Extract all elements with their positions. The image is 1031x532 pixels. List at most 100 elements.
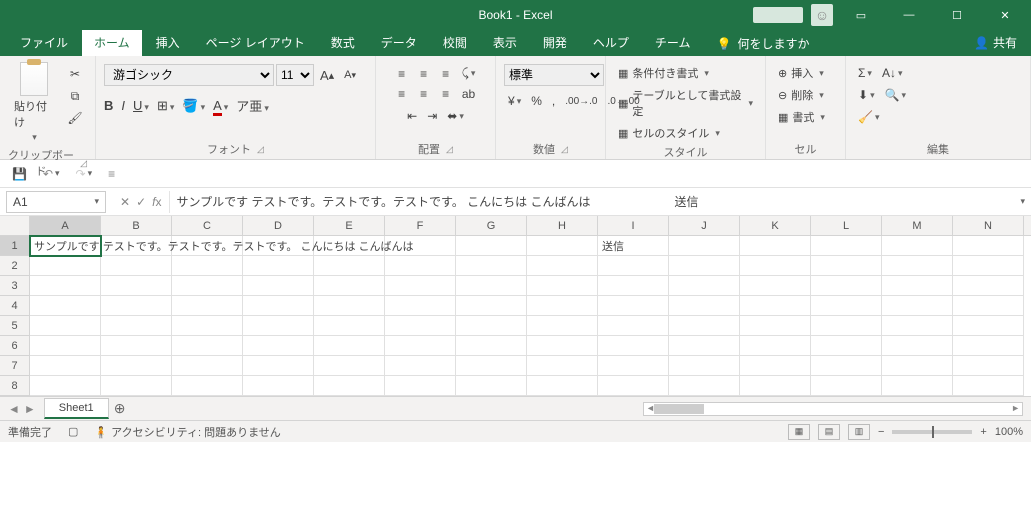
cell[interactable] bbox=[740, 316, 811, 336]
autosum-button[interactable]: Σ▾ bbox=[854, 64, 876, 82]
name-box[interactable]: A1 ▾ bbox=[6, 191, 106, 213]
cells-area[interactable]: サンプルです テストです。テストです。テストです。 こんにちは こんばんは送信 bbox=[30, 236, 1031, 396]
formula-input[interactable]: サンプルです テストです。テストです。テストです。 こんにちは こんばんは 送信… bbox=[169, 191, 1031, 213]
cell[interactable] bbox=[30, 316, 101, 336]
font-size-select[interactable]: 11 bbox=[276, 64, 314, 86]
cell[interactable] bbox=[953, 236, 1024, 256]
cell[interactable] bbox=[527, 296, 598, 316]
align-center-button[interactable]: ≡ bbox=[414, 85, 434, 103]
save-button[interactable]: 💾 bbox=[8, 165, 31, 183]
column-header[interactable]: J bbox=[669, 216, 740, 235]
cell[interactable] bbox=[456, 316, 527, 336]
accessibility-status[interactable]: 🧍 アクセシビリティ: 問題ありません bbox=[94, 424, 280, 440]
cell[interactable] bbox=[953, 316, 1024, 336]
sheet-nav-next-button[interactable]: ► bbox=[24, 402, 36, 416]
cell[interactable] bbox=[811, 236, 882, 256]
cell[interactable] bbox=[740, 336, 811, 356]
cell[interactable] bbox=[101, 336, 172, 356]
cell[interactable] bbox=[882, 356, 953, 376]
orientation-button[interactable]: ⤹▾ bbox=[458, 64, 480, 83]
chevron-down-icon[interactable]: ▾ bbox=[94, 196, 99, 207]
cell[interactable] bbox=[811, 316, 882, 336]
dialog-launcher-icon[interactable]: ◿ bbox=[446, 144, 453, 155]
cell[interactable] bbox=[811, 296, 882, 316]
cell[interactable] bbox=[811, 376, 882, 396]
cell[interactable] bbox=[669, 336, 740, 356]
cell[interactable] bbox=[385, 336, 456, 356]
cell[interactable] bbox=[456, 276, 527, 296]
cell[interactable] bbox=[598, 316, 669, 336]
user-avatar-icon[interactable]: ☺ bbox=[811, 4, 833, 26]
column-header[interactable]: C bbox=[172, 216, 243, 235]
cell[interactable] bbox=[740, 356, 811, 376]
column-header[interactable]: D bbox=[243, 216, 314, 235]
fill-button[interactable]: ⬇▾ bbox=[854, 86, 879, 104]
cell[interactable] bbox=[101, 276, 172, 296]
cell[interactable] bbox=[953, 276, 1024, 296]
cell[interactable] bbox=[740, 296, 811, 316]
merge-center-button[interactable]: ⬌▾ bbox=[443, 107, 468, 125]
border-button[interactable]: ⊞▾ bbox=[157, 98, 174, 114]
tab-home[interactable]: ホーム bbox=[82, 29, 142, 56]
tab-developer[interactable]: 開発 bbox=[531, 29, 579, 56]
confirm-formula-button[interactable]: ✓ bbox=[136, 195, 146, 209]
cell[interactable] bbox=[385, 276, 456, 296]
cell[interactable] bbox=[669, 256, 740, 276]
maximize-button[interactable]: ☐ bbox=[937, 0, 977, 30]
cell[interactable] bbox=[527, 376, 598, 396]
underline-button[interactable]: U▾ bbox=[133, 98, 149, 113]
cell[interactable] bbox=[740, 256, 811, 276]
tab-page-layout[interactable]: ページ レイアウト bbox=[194, 29, 317, 56]
cell[interactable] bbox=[172, 356, 243, 376]
sheet-nav-prev-button[interactable]: ◄ bbox=[8, 402, 20, 416]
cell[interactable] bbox=[598, 376, 669, 396]
italic-button[interactable]: I bbox=[121, 98, 125, 113]
cell[interactable] bbox=[456, 236, 527, 256]
cell[interactable]: サンプルです テストです。テストです。テストです。 こんにちは こんばんは bbox=[30, 236, 101, 256]
cell[interactable] bbox=[172, 276, 243, 296]
cell[interactable] bbox=[669, 236, 740, 256]
row-header[interactable]: 8 bbox=[0, 376, 29, 396]
percent-button[interactable]: % bbox=[527, 92, 546, 110]
cell[interactable] bbox=[30, 296, 101, 316]
zoom-level[interactable]: 100% bbox=[995, 426, 1023, 438]
align-bottom-button[interactable]: ≡ bbox=[436, 65, 456, 83]
cell[interactable] bbox=[30, 336, 101, 356]
column-header[interactable]: N bbox=[953, 216, 1024, 235]
cell[interactable] bbox=[811, 256, 882, 276]
cell[interactable] bbox=[314, 376, 385, 396]
cell[interactable] bbox=[669, 296, 740, 316]
row-header[interactable]: 6 bbox=[0, 336, 29, 356]
cell[interactable] bbox=[385, 316, 456, 336]
cell[interactable] bbox=[456, 336, 527, 356]
cell[interactable] bbox=[811, 356, 882, 376]
cell[interactable] bbox=[172, 256, 243, 276]
cell[interactable] bbox=[30, 356, 101, 376]
column-header[interactable]: I bbox=[598, 216, 669, 235]
format-painter-button[interactable]: 🖌 bbox=[63, 108, 87, 128]
cell[interactable] bbox=[101, 256, 172, 276]
cell[interactable] bbox=[527, 256, 598, 276]
zoom-out-button[interactable]: − bbox=[878, 426, 884, 438]
cell[interactable] bbox=[669, 356, 740, 376]
column-header[interactable]: F bbox=[385, 216, 456, 235]
page-layout-view-button[interactable]: ▤ bbox=[818, 424, 840, 440]
decrease-indent-button[interactable]: ⇤ bbox=[403, 107, 421, 125]
cell[interactable] bbox=[740, 276, 811, 296]
row-header[interactable]: 7 bbox=[0, 356, 29, 376]
cell[interactable] bbox=[598, 356, 669, 376]
cell[interactable] bbox=[953, 256, 1024, 276]
fx-button[interactable]: fx bbox=[152, 195, 161, 209]
expand-formula-icon[interactable]: ▾ bbox=[1020, 196, 1025, 207]
phonetic-button[interactable]: ア亜▾ bbox=[236, 96, 269, 115]
zoom-in-button[interactable]: + bbox=[980, 426, 986, 438]
clear-button[interactable]: 🧹▾ bbox=[854, 108, 883, 126]
macro-record-icon[interactable]: ▢ bbox=[68, 425, 78, 438]
sort-filter-button[interactable]: A↓▾ bbox=[878, 64, 907, 82]
column-header[interactable]: A bbox=[30, 216, 101, 235]
cell[interactable] bbox=[740, 376, 811, 396]
cell[interactable] bbox=[314, 356, 385, 376]
cell[interactable] bbox=[243, 256, 314, 276]
font-color-button[interactable]: A▾ bbox=[213, 98, 228, 113]
cell[interactable] bbox=[101, 376, 172, 396]
